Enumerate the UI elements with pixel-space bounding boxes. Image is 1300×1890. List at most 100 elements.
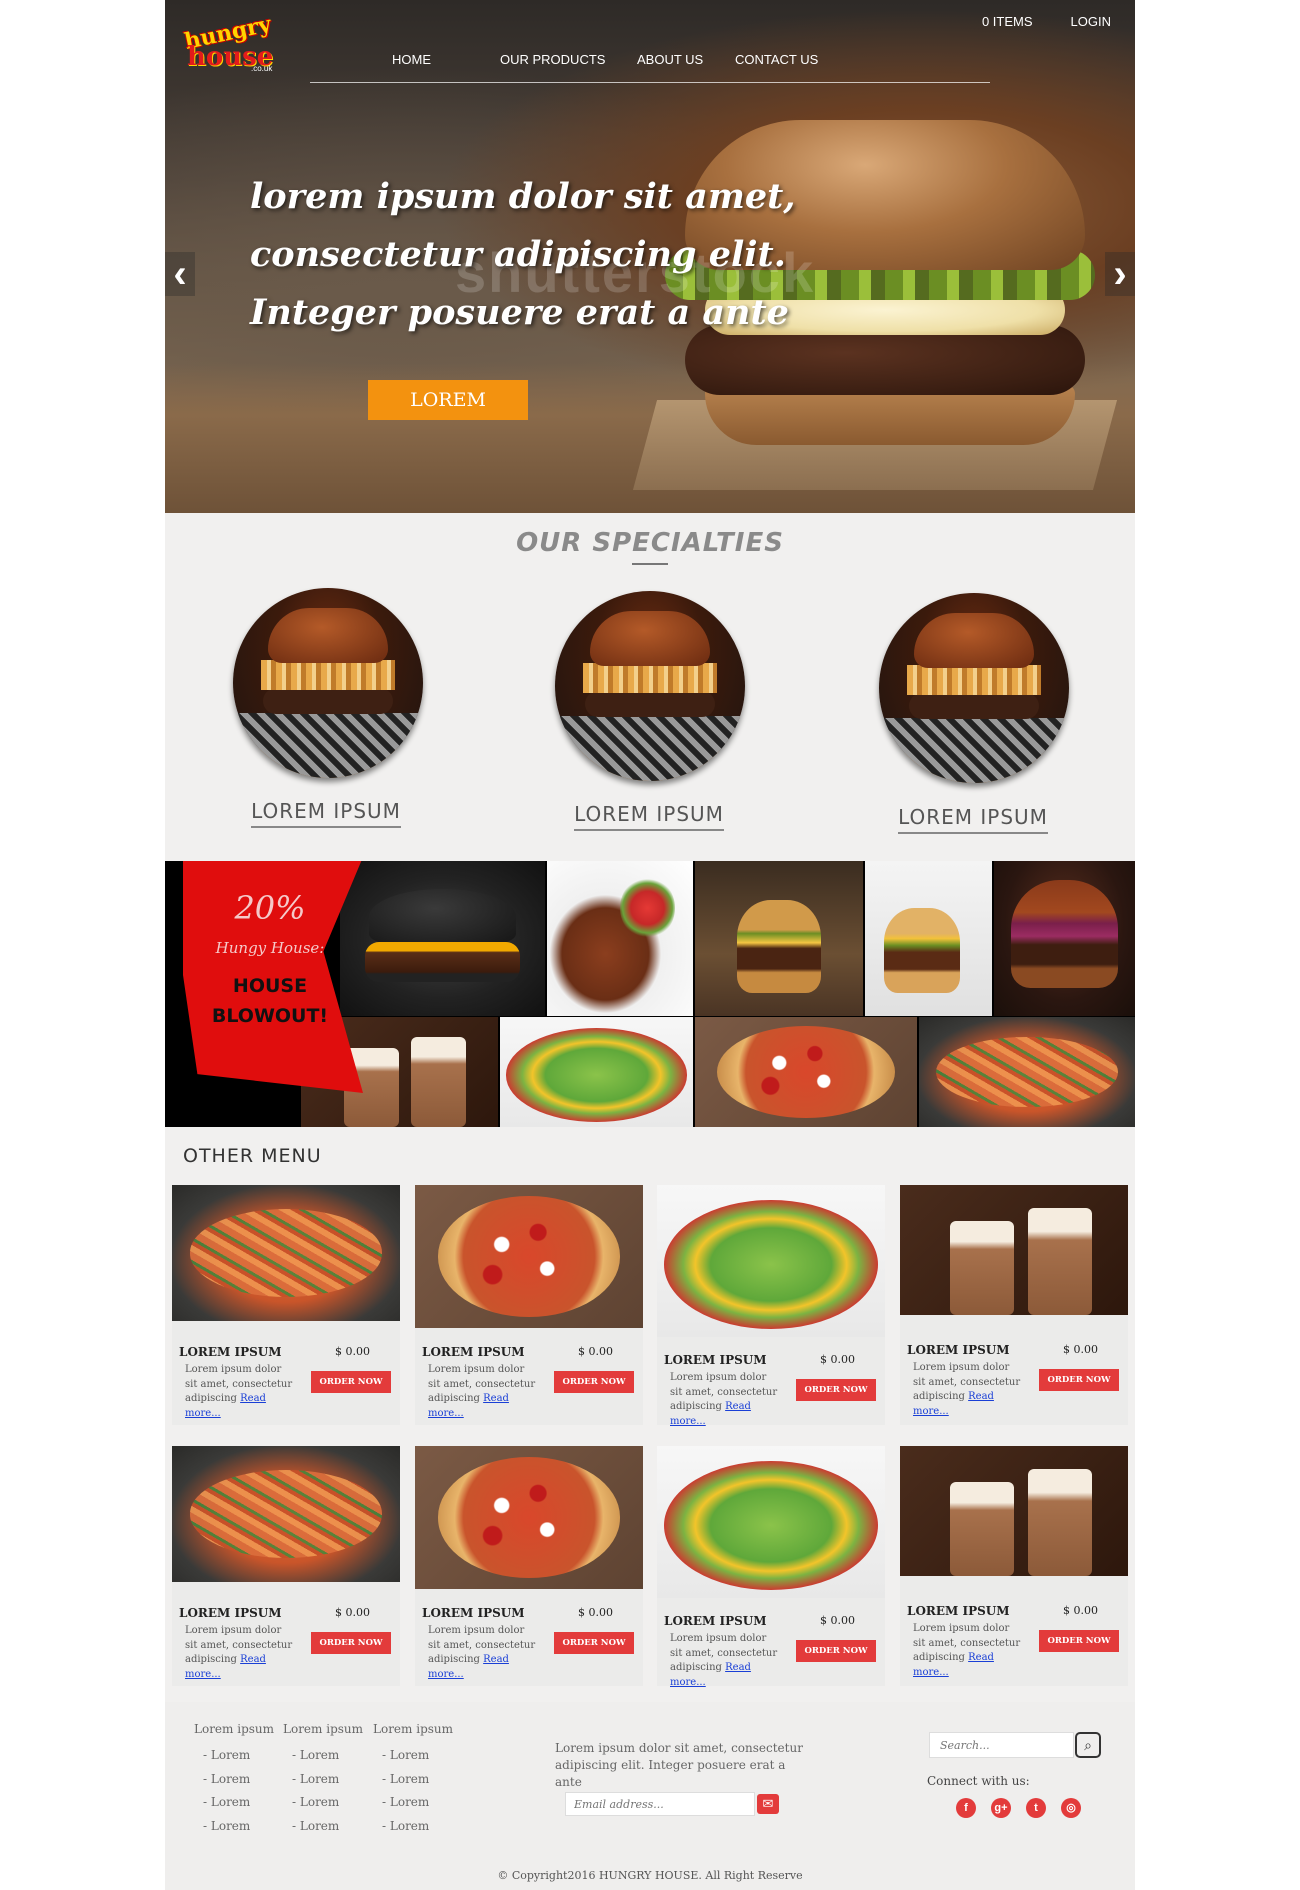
specialty-label[interactable]: LOREM IPSUM — [873, 805, 1073, 834]
menu-card-name: LOREM IPSUM — [907, 1604, 1010, 1618]
order-now-button[interactable]: ORDER NOW — [1039, 1369, 1119, 1391]
menu-card-price: $ 0.00 — [335, 1345, 370, 1358]
order-now-button[interactable]: ORDER NOW — [311, 1371, 391, 1393]
chevron-right-icon[interactable]: › — [1105, 252, 1135, 296]
specialty-image[interactable] — [555, 591, 745, 781]
menu-card-description: Lorem ipsum dolor sit amet, consectetur … — [185, 1625, 293, 1680]
promo-photo-black-burger — [340, 861, 545, 1016]
order-now-button[interactable]: ORDER NOW — [554, 1632, 634, 1654]
promo-photo-pizza — [695, 1017, 917, 1127]
menu-card-name: LOREM IPSUM — [179, 1345, 282, 1359]
menu-card-name: LOREM IPSUM — [422, 1606, 525, 1620]
promo-photo-pasta — [919, 1017, 1135, 1127]
hero-slider: shutterstock hungry house .co.uk 0 ITEMS… — [165, 0, 1135, 513]
other-menu-title: OTHER MENU — [183, 1145, 322, 1167]
chevron-left-icon[interactable]: ‹ — [165, 252, 195, 296]
specialty-image[interactable] — [233, 588, 423, 778]
hero-headline: lorem ipsum dolor sit amet, consectetur … — [250, 168, 796, 342]
order-now-button[interactable]: ORDER NOW — [796, 1379, 876, 1401]
menu-card-price: $ 0.00 — [820, 1614, 855, 1627]
hero-cta-button[interactable]: LOREM — [368, 380, 528, 420]
logo[interactable]: hungry house .co.uk — [179, 11, 279, 80]
footer-link[interactable]: - Lorem — [203, 1768, 274, 1792]
google-plus-icon[interactable]: g+ — [991, 1798, 1011, 1818]
menu-card-name: LOREM IPSUM — [179, 1606, 282, 1620]
menu-card-image[interactable] — [415, 1185, 643, 1328]
footer-link[interactable]: - Lorem — [203, 1744, 274, 1768]
menu-card-image[interactable] — [900, 1446, 1128, 1576]
specialty-label[interactable]: LOREM IPSUM — [226, 799, 426, 828]
menu-card-price: $ 0.00 — [1063, 1604, 1098, 1617]
nav-our-products[interactable]: OUR PRODUCTS — [500, 52, 605, 67]
order-now-button[interactable]: ORDER NOW — [796, 1640, 876, 1662]
promo-photo-burger — [994, 861, 1135, 1016]
search-icon[interactable]: ⌕ — [1075, 1732, 1101, 1758]
menu-card-description: Lorem ipsum dolor sit amet, consectetur … — [913, 1362, 1021, 1417]
menu-card: LOREM IPSUM $ 0.00 Lorem ipsum dolor sit… — [900, 1185, 1128, 1425]
footer-link[interactable]: - Lorem — [382, 1815, 453, 1839]
order-now-button[interactable]: ORDER NOW — [1039, 1630, 1119, 1652]
footer-column: Lorem ipsum - Lorem - Lorem - Lorem - Lo… — [373, 1722, 453, 1838]
promo-subtitle: Hungy House: — [215, 939, 325, 957]
logo-domain: .co.uk — [251, 64, 273, 73]
menu-card-name: LOREM IPSUM — [907, 1343, 1010, 1357]
footer-link[interactable]: - Lorem — [382, 1744, 453, 1768]
menu-card-image[interactable] — [415, 1446, 643, 1589]
specialty-label[interactable]: LOREM IPSUM — [549, 802, 749, 831]
menu-card-image[interactable] — [172, 1185, 400, 1321]
page: shutterstock hungry house .co.uk 0 ITEMS… — [165, 0, 1135, 1890]
menu-card-description: Lorem ipsum dolor sit amet, consectetur … — [428, 1364, 536, 1419]
footer-link[interactable]: - Lorem — [382, 1791, 453, 1815]
footer-link[interactable]: - Lorem — [382, 1768, 453, 1792]
footer-column-heading: Lorem ipsum — [373, 1722, 454, 1736]
copyright: © Copyright2016 HUNGRY HOUSE. All Right … — [497, 1869, 803, 1882]
promo-headline-line-1: HOUSE — [232, 975, 308, 997]
instagram-icon[interactable]: ◎ — [1061, 1798, 1081, 1818]
footer-column-heading: Lorem ipsum — [283, 1722, 364, 1736]
menu-card: LOREM IPSUM $ 0.00 Lorem ipsum dolor sit… — [172, 1446, 400, 1686]
menu-card-description: Lorem ipsum dolor sit amet, consectetur … — [428, 1625, 536, 1680]
hero-line-2: consectetur adipiscing elit. — [250, 234, 786, 275]
promo-photo-burger — [695, 861, 863, 1016]
menu-card-image[interactable] — [172, 1446, 400, 1582]
top-bar: 0 ITEMS LOGIN — [982, 14, 1111, 29]
mail-icon[interactable]: ✉ — [757, 1794, 779, 1814]
twitter-icon[interactable]: t — [1026, 1798, 1046, 1818]
promo-photo-salad — [500, 1017, 693, 1127]
login-link[interactable]: LOGIN — [1071, 14, 1111, 29]
footer-link[interactable]: - Lorem — [292, 1815, 363, 1839]
promo-headline: HOUSE BLOWOUT! — [195, 971, 345, 1031]
email-field[interactable] — [565, 1792, 755, 1816]
nav-about-us[interactable]: ABOUT US — [637, 52, 703, 67]
footer-link[interactable]: - Lorem — [292, 1791, 363, 1815]
specialties-underline — [632, 563, 668, 565]
order-now-button[interactable]: ORDER NOW — [311, 1632, 391, 1654]
specialty-image[interactable] — [879, 593, 1069, 783]
menu-card-price: $ 0.00 — [335, 1606, 370, 1619]
footer-column: Lorem ipsum - Lorem - Lorem - Lorem - Lo… — [283, 1722, 363, 1838]
footer-link[interactable]: - Lorem — [203, 1791, 274, 1815]
search-input[interactable] — [929, 1732, 1074, 1758]
menu-card: LOREM IPSUM $ 0.00 Lorem ipsum dolor sit… — [415, 1185, 643, 1425]
footer-link[interactable]: - Lorem — [292, 1768, 363, 1792]
hero-line-1: lorem ipsum dolor sit amet, — [250, 176, 796, 217]
promo-photo-burger — [865, 861, 992, 1016]
footer: Lorem ipsum - Lorem - Lorem - Lorem - Lo… — [165, 1702, 1135, 1890]
footer-link[interactable]: - Lorem — [203, 1815, 274, 1839]
menu-card-name: LOREM IPSUM — [664, 1353, 767, 1367]
menu-card-image[interactable] — [900, 1185, 1128, 1315]
promo-discount: 20% — [234, 889, 306, 927]
nav-home[interactable]: HOME — [392, 52, 431, 67]
menu-card-description: Lorem ipsum dolor sit amet, consectetur … — [913, 1623, 1021, 1678]
menu-card: LOREM IPSUM $ 0.00 Lorem ipsum dolor sit… — [657, 1446, 885, 1688]
menu-card-image[interactable] — [657, 1446, 885, 1598]
cart-items-link[interactable]: 0 ITEMS — [982, 14, 1033, 29]
facebook-icon[interactable]: f — [956, 1798, 976, 1818]
menu-card-image[interactable] — [657, 1185, 885, 1337]
promo-banner[interactable]: 20% Hungy House: HOUSE BLOWOUT! — [165, 861, 1135, 1127]
menu-card: LOREM IPSUM $ 0.00 Lorem ipsum dolor sit… — [900, 1446, 1128, 1686]
order-now-button[interactable]: ORDER NOW — [554, 1371, 634, 1393]
nav-contact-us[interactable]: CONTACT US — [735, 52, 818, 67]
menu-card: LOREM IPSUM $ 0.00 Lorem ipsum dolor sit… — [657, 1185, 885, 1427]
footer-link[interactable]: - Lorem — [292, 1744, 363, 1768]
